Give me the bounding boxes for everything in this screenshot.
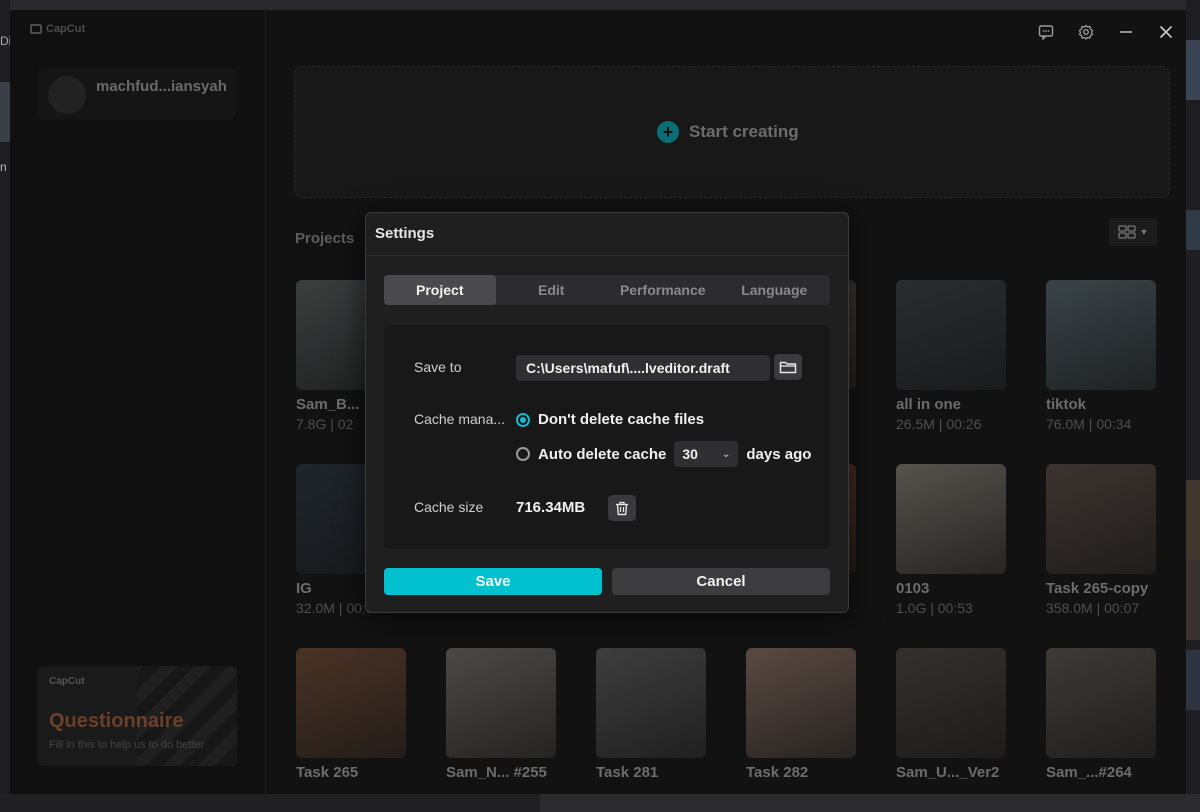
cache-size-label: Cache size [414,499,484,515]
sidebar: CapCut machfud...iansyah CapCut Question… [10,10,266,794]
project-thumbnail[interactable] [1046,280,1156,390]
project-thumbnail[interactable] [446,648,556,758]
tab-edit[interactable]: Edit [496,275,608,305]
cache-days-select[interactable]: 30 ⌄ [674,441,739,467]
cache-option-keep[interactable]: Don't delete cache files [516,411,704,428]
project-thumbnail[interactable] [596,648,706,758]
folder-icon [779,361,797,374]
project-name: all in one [896,396,962,413]
project-thumbnail[interactable] [896,280,1006,390]
chevron-down-icon: ▼ [1139,227,1149,237]
tab-project[interactable]: Project [384,275,496,305]
project-card[interactable]: Task 282 [746,648,856,784]
app-logo: CapCut [30,23,85,35]
feedback-icon[interactable] [1036,22,1056,42]
project-thumbnail[interactable] [1046,648,1156,758]
project-meta: 76.0M | 00:34 [1046,416,1132,432]
capcut-window: CapCut machfud...iansyah CapCut Question… [10,10,1186,794]
plus-icon: + [657,121,679,143]
cache-days-value: 30 [682,446,698,462]
project-meta: 358.0M | 00:07 [1046,600,1140,616]
save-button[interactable]: Save [384,568,602,595]
tab-language[interactable]: Language [719,275,831,305]
project-thumbnail[interactable] [296,648,406,758]
questionnaire-banner[interactable]: CapCut Questionnaire Fill in this to hel… [37,666,237,766]
avatar [48,76,86,114]
radio-keep[interactable] [516,412,530,427]
close-icon[interactable] [1156,22,1176,42]
project-thumbnail[interactable] [746,648,856,758]
gear-icon[interactable] [1076,22,1096,42]
trash-icon [616,501,628,515]
project-card[interactable]: Task 281 [596,648,706,784]
project-thumbnail[interactable] [896,464,1006,574]
project-card[interactable]: all in one 26.5M | 00:26 [896,280,1006,432]
save-to-label: Save to [414,359,462,375]
desktop-right-edge [1186,0,1200,812]
cache-option-auto-label: Auto delete cache [538,445,667,463]
desktop-fragment-text: n [0,160,7,174]
start-creating-area[interactable]: + Start creating [294,66,1170,198]
project-name: Task 265 [296,764,359,781]
cancel-button[interactable]: Cancel [612,568,830,595]
project-card[interactable]: Sam_N... #255 [446,648,556,784]
cache-days-suffix: days ago [746,445,812,463]
desktop-fragment-thumbnail [0,82,10,142]
questionnaire-brand: CapCut [49,676,85,687]
settings-tabs: Project Edit Performance Language [384,275,830,305]
cache-size-value: 716.34MB [516,499,586,516]
profile-name: machfud...iansyah [96,78,227,95]
cache-option-auto[interactable]: Auto delete cache 30 ⌄ days ago [516,441,811,467]
capcut-logo-icon [30,24,42,34]
clear-cache-button[interactable] [608,495,636,521]
questionnaire-title: Questionnaire [49,710,184,732]
radio-auto[interactable] [516,447,530,461]
project-meta: 1.0G | 00:53 [896,600,973,616]
grid-view-icon [1117,225,1136,239]
start-creating-label: Start creating [689,122,799,141]
tab-performance[interactable]: Performance [607,275,719,305]
taskbar [0,794,1200,812]
app-brand-label: CapCut [46,23,86,35]
browse-folder-button[interactable] [774,354,802,380]
project-name: tiktok [1046,396,1087,413]
project-thumbnail[interactable] [1046,464,1156,574]
project-name: 0103 [896,580,930,597]
project-name: Task 281 [596,764,659,781]
project-name: Sam_U..._Ver2 [896,764,1000,781]
project-meta: 26.5M | 00:26 [896,416,982,432]
questionnaire-subtitle: Fill in this to help us to do better [49,739,205,751]
cache-option-keep-label: Don't delete cache files [538,411,705,428]
view-toggle-button[interactable]: ▼ [1109,218,1157,246]
project-card[interactable]: Task 265-copy 358.0M | 00:07 [1046,464,1156,616]
project-card[interactable]: Sam_U..._Ver2 [896,648,1006,784]
project-name: Sam_...#264 [1046,764,1132,781]
project-card[interactable]: 0103 1.0G | 00:53 [896,464,1006,616]
desktop-left-edge: Di n [0,0,11,812]
settings-dialog: Settings Project Edit Performance Langua… [365,212,849,613]
window-controls [1036,22,1176,42]
save-path-field[interactable]: C:\Users\mafuf\....lveditor.draft [516,355,770,381]
cache-manage-label: Cache mana... [414,411,506,427]
project-card[interactable]: Sam_...#264 [1046,648,1156,784]
projects-heading: Projects [295,230,355,247]
project-name: Task 265-copy [1046,580,1149,597]
project-card[interactable]: tiktok 76.0M | 00:34 [1046,280,1156,432]
project-name: Task 282 [746,764,809,781]
chevron-down-icon: ⌄ [721,448,731,460]
project-thumbnail[interactable] [896,648,1006,758]
project-card[interactable]: Task 265 [296,648,406,784]
settings-panel: Save to C:\Users\mafuf\....lveditor.draf… [384,325,830,549]
profile-card[interactable]: machfud...iansyah [38,68,236,120]
minimize-icon[interactable] [1116,22,1136,42]
project-name: Sam_N... #255 [446,764,547,781]
dialog-title: Settings [375,225,435,242]
